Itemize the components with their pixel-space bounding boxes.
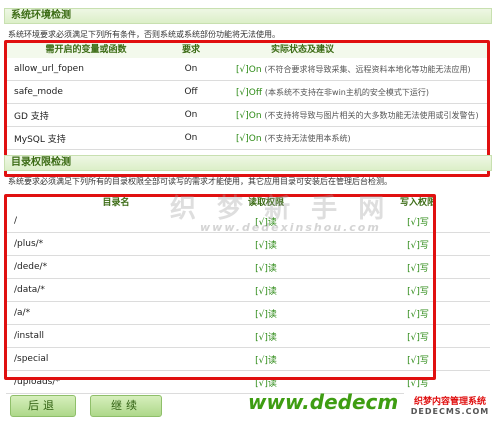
env-requirement: On [184,110,198,120]
dir-write-status: [√]写 [407,263,429,274]
brand-logo-text: www.dedecm [248,390,399,414]
env-status: [√]Off (本系统不支持在非win主机的安全模式下运行) [216,87,490,98]
dir-name: /uploads/* [14,377,60,387]
dir-write-status: [√]写 [407,240,429,251]
env-status: [√]On (不支持将导致与图片相关的大多数功能无法使用或引发警告) [216,110,490,121]
dir-name: /special [14,354,49,364]
dir-read-status: [√]读 [255,309,277,320]
dir-header-read: 读取权限 [247,198,284,208]
env-status: [√]On (不支持无法使用本系统) [216,133,490,144]
env-status: [√]On (不符合要求将导致采集、远程资料本地化等功能无法应用) [216,64,490,75]
back-button[interactable]: 后退 [10,395,76,417]
dir-read-status: [√]读 [255,217,277,228]
dir-write-status: [√]写 [407,217,429,228]
env-section-description: 系统环境要求必须满足下列所有条件，否则系统或系统部份功能将无法使用。 [8,30,280,39]
env-requirement: On [184,133,198,143]
dir-write-status: [√]写 [407,355,429,366]
env-variable-name: GD 支持 [14,111,49,122]
env-row-mysql: MySQL 支持 On [√]On (不支持无法使用本系统) [6,127,490,150]
env-status-note: (不支持无法使用本系统) [264,133,351,143]
env-status-value: [√]Off [236,87,263,98]
dir-write-status: [√]写 [407,378,429,389]
dir-header-name: 目录名 [102,198,130,208]
env-status-value: [√]On [236,64,262,75]
dir-table-header: 目录名 读取权限 写入权限 [6,196,490,210]
next-button[interactable]: 继续 [90,395,162,417]
dir-read-status: [√]读 [255,332,277,343]
dir-write-status: [√]写 [407,332,429,343]
env-status-value: [√]On [236,133,262,144]
dir-name: /plus/* [14,239,44,249]
env-variable-name: allow_url_fopen [14,64,84,74]
dir-name: / [14,216,18,226]
brand-badge-domain: DEDECMS.COM [410,407,490,416]
dir-permission-table: 目录名 读取权限 写入权限 / [√]读 [√]写 /plus/* [√]读 [… [6,196,490,394]
env-requirement: Off [184,87,198,97]
dir-row-root: / [√]读 [√]写 [6,210,490,233]
dir-row-plus: /plus/* [√]读 [√]写 [6,233,490,256]
dir-read-status: [√]读 [255,355,277,366]
dir-read-status: [√]读 [255,378,277,389]
env-variable-name: MySQL 支持 [14,134,66,145]
dir-section-description: 系统要求必须满足下列所有的目录权限全部可读写的需求才能使用，其它应用目录可安装后… [8,177,392,186]
dir-read-status: [√]读 [255,240,277,251]
env-row-gd: GD 支持 On [√]On (不支持将导致与图片相关的大多数功能无法使用或引发… [6,104,490,127]
env-status-value: [√]On [236,110,262,121]
brand-badge: 织梦内容管理系统 DEDECMS.COM [404,392,496,422]
env-row-allow-url-fopen: allow_url_fopen On [√]On (不符合要求将导致采集、远程资… [6,58,490,81]
dir-row-install: /install [√]读 [√]写 [6,325,490,348]
dir-name: /dede/* [14,262,48,272]
dir-row-a: /a/* [√]读 [√]写 [6,302,490,325]
env-variable-name: safe_mode [14,87,63,97]
dir-section-title: 目录权限检测 [4,155,492,171]
env-table-header: 需开启的变量或函数 要求 实际状态及建议 [6,42,490,58]
dir-row-special: /special [√]读 [√]写 [6,348,490,371]
env-header-variable: 需开启的变量或函数 [45,45,127,55]
dir-name: /install [14,331,44,341]
dir-read-status: [√]读 [255,263,277,274]
env-row-safe-mode: safe_mode Off [√]Off (本系统不支持在非win主机的安全模式… [6,81,490,104]
env-header-requirement: 要求 [181,45,200,55]
env-status-note: (不支持将导致与图片相关的大多数功能无法使用或引发警告) [264,110,479,120]
dir-header-write: 写入权限 [399,198,436,208]
dir-row-dede: /dede/* [√]读 [√]写 [6,256,490,279]
env-requirement: On [184,64,198,74]
brand-badge-title: 织梦内容管理系统 [413,397,486,407]
env-status-note: (不符合要求将导致采集、远程资料本地化等功能无法应用) [264,64,471,74]
dir-write-status: [√]写 [407,286,429,297]
dir-row-data: /data/* [√]读 [√]写 [6,279,490,302]
env-section-title: 系统环境检测 [4,8,492,24]
dir-name: /a/* [14,308,31,318]
dir-name: /data/* [14,285,45,295]
env-header-status: 实际状态及建议 [271,45,335,55]
env-status-note: (本系统不支持在非win主机的安全模式下运行) [264,87,429,97]
dir-read-status: [√]读 [255,286,277,297]
env-check-table: 需开启的变量或函数 要求 实际状态及建议 allow_url_fopen On … [6,42,490,150]
dir-write-status: [√]写 [407,309,429,320]
